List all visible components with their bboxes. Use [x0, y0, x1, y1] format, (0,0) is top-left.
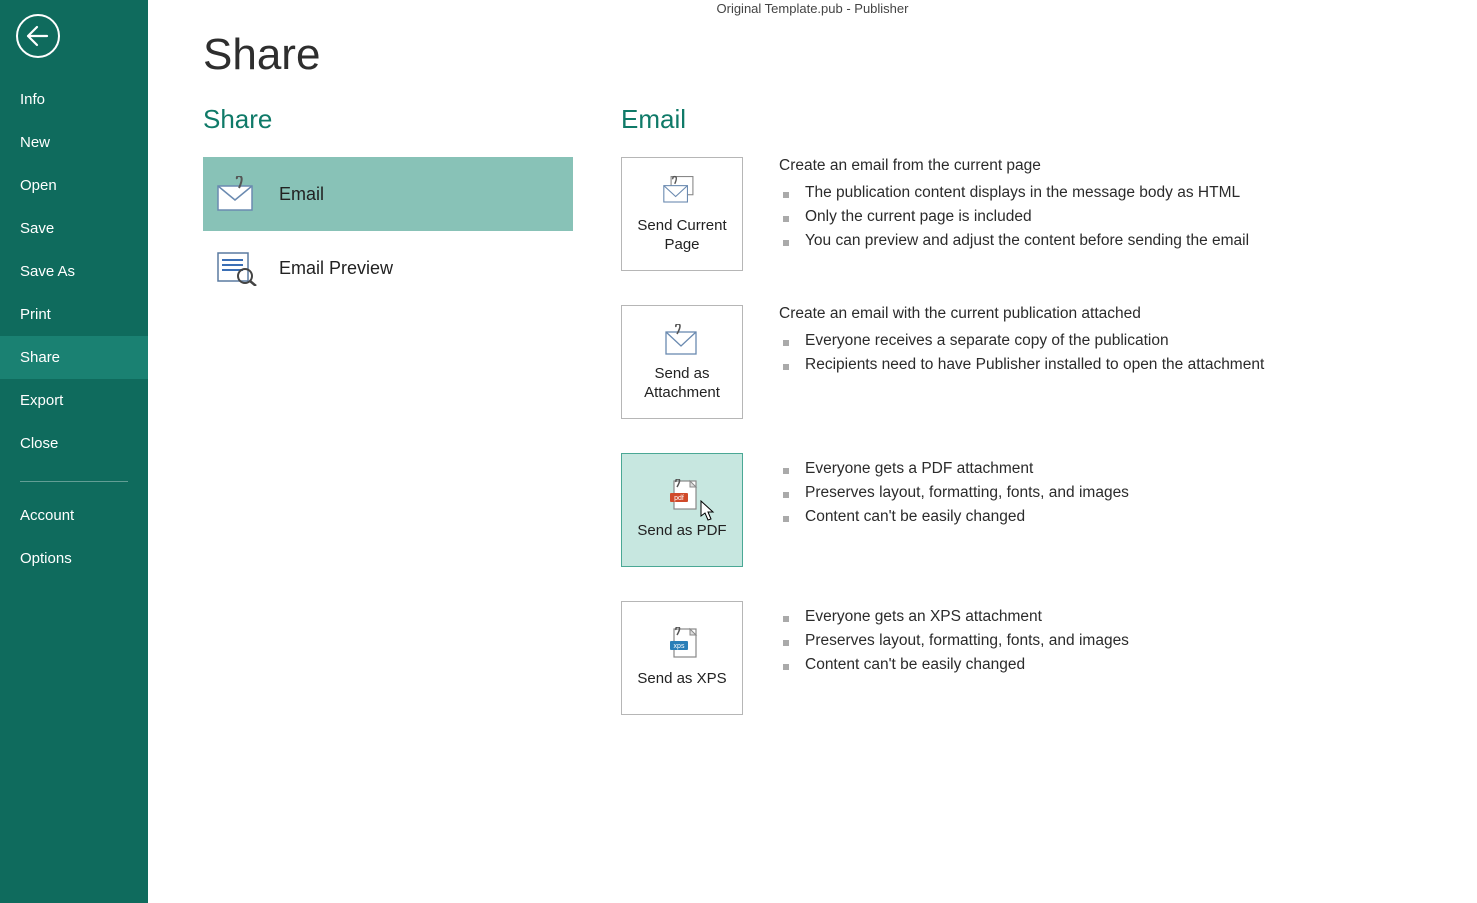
email-option-send-current-page: Send Current Page Create an email from t…	[621, 157, 1264, 271]
send-current-page-button[interactable]: Send Current Page	[621, 157, 743, 271]
nav-list: Info New Open Save Save As Print Share E…	[0, 78, 148, 465]
desc-bullets: The publication content displays in the …	[779, 181, 1249, 253]
option-description: Everyone gets a PDF attachment Preserves…	[743, 453, 1129, 529]
option-description: Everyone gets an XPS attachment Preserve…	[743, 601, 1129, 677]
bullet: The publication content displays in the …	[779, 181, 1249, 205]
share-column: Share Email	[203, 104, 621, 749]
nav-save[interactable]: Save	[0, 207, 148, 250]
share-option-email[interactable]: Email	[203, 157, 573, 231]
nav-print[interactable]: Print	[0, 293, 148, 336]
nav-label: New	[20, 134, 50, 151]
email-option-send-attachment: Send as Attachment Create an email with …	[621, 305, 1264, 419]
share-option-email-preview[interactable]: Email Preview	[203, 231, 573, 305]
desc-heading: Create an email from the current page	[779, 157, 1249, 175]
email-icon	[213, 169, 263, 219]
email-preview-icon	[213, 243, 263, 293]
nav-close[interactable]: Close	[0, 422, 148, 465]
back-arrow-icon	[25, 25, 49, 47]
email-heading: Email	[621, 104, 1264, 135]
backstage-sidebar: Info New Open Save Save As Print Share E…	[0, 0, 148, 903]
email-option-send-xps: xps Send as XPS Everyone gets an XPS att…	[621, 601, 1264, 715]
button-label: Send Current Page	[628, 216, 736, 255]
nav-saveas[interactable]: Save As	[0, 250, 148, 293]
email-option-send-pdf: pdf Send as PDF Everyone gets a PDF atta…	[621, 453, 1264, 567]
desc-bullets: Everyone receives a separate copy of the…	[779, 329, 1264, 377]
send-as-attachment-button[interactable]: Send as Attachment	[621, 305, 743, 419]
nav-label: Save	[20, 220, 54, 237]
main-pane: Share Share Email	[148, 0, 1477, 903]
share-option-label: Email	[279, 184, 324, 205]
bullet: Only the current page is included	[779, 205, 1249, 229]
back-button[interactable]	[16, 14, 60, 58]
bullet: Everyone receives a separate copy of the…	[779, 329, 1264, 353]
pdf-icon: pdf	[662, 479, 702, 515]
nav-label: Save As	[20, 263, 75, 280]
desc-heading: Create an email with the current publica…	[779, 305, 1264, 323]
send-page-icon	[662, 174, 702, 210]
nav-label: Options	[20, 550, 72, 567]
nav-label: Print	[20, 306, 51, 323]
nav-export[interactable]: Export	[0, 379, 148, 422]
share-option-label: Email Preview	[279, 258, 393, 279]
xps-icon: xps	[662, 627, 702, 663]
attachment-icon	[662, 322, 702, 358]
email-column: Email Send Current Page Create	[621, 104, 1264, 749]
nav-separator	[20, 481, 128, 482]
nav-label: Account	[20, 507, 74, 524]
svg-text:xps: xps	[674, 643, 685, 650]
nav-new[interactable]: New	[0, 121, 148, 164]
button-label: Send as PDF	[637, 521, 726, 541]
bullet: You can preview and adjust the content b…	[779, 229, 1249, 253]
nav-options[interactable]: Options	[0, 537, 148, 580]
bullet: Content can't be easily changed	[779, 653, 1129, 677]
bullet: Content can't be easily changed	[779, 505, 1129, 529]
button-label: Send as Attachment	[628, 364, 736, 403]
bullet: Preserves layout, formatting, fonts, and…	[779, 629, 1129, 653]
nav-info[interactable]: Info	[0, 78, 148, 121]
cursor-icon	[700, 500, 716, 522]
svg-text:pdf: pdf	[674, 495, 684, 502]
nav-label: Open	[20, 177, 57, 194]
nav-label: Info	[20, 91, 45, 108]
bullet: Recipients need to have Publisher instal…	[779, 353, 1264, 377]
share-heading: Share	[203, 104, 621, 135]
desc-bullets: Everyone gets a PDF attachment Preserves…	[779, 457, 1129, 529]
desc-bullets: Everyone gets an XPS attachment Preserve…	[779, 605, 1129, 677]
option-description: Create an email from the current page Th…	[743, 157, 1249, 253]
button-label: Send as XPS	[637, 669, 726, 689]
bullet: Everyone gets an XPS attachment	[779, 605, 1129, 629]
nav-account[interactable]: Account	[0, 494, 148, 537]
bullet: Preserves layout, formatting, fonts, and…	[779, 481, 1129, 505]
nav-label: Share	[20, 349, 60, 366]
nav-label: Export	[20, 392, 63, 409]
nav-open[interactable]: Open	[0, 164, 148, 207]
send-as-pdf-button[interactable]: pdf Send as PDF	[621, 453, 743, 567]
option-description: Create an email with the current publica…	[743, 305, 1264, 377]
nav-footer-list: Account Options	[0, 494, 148, 580]
nav-label: Close	[20, 435, 58, 452]
bullet: Everyone gets a PDF attachment	[779, 457, 1129, 481]
send-as-xps-button[interactable]: xps Send as XPS	[621, 601, 743, 715]
nav-share[interactable]: Share	[0, 336, 148, 379]
page-title: Share	[203, 30, 1477, 80]
